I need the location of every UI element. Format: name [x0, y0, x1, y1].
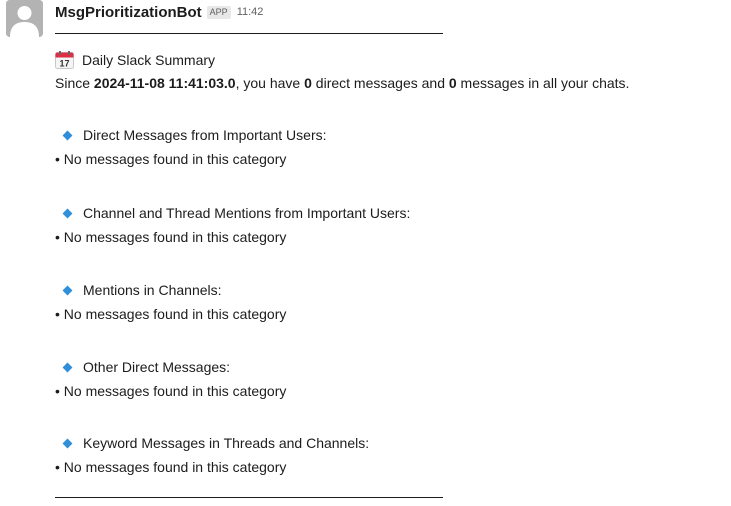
category-heading-text: Channel and Thread Mentions from Importa… [83, 205, 411, 221]
blue-diamond-icon [62, 130, 73, 140]
app-badge: APP [206, 5, 231, 19]
category-empty-keyword: • No messages found in this category [55, 459, 287, 475]
blue-diamond-icon [62, 362, 73, 372]
category-heading-other-dm: Other Direct Messages: [62, 359, 231, 375]
category-heading-text: Other Direct Messages: [83, 359, 231, 375]
blue-diamond-icon [62, 208, 73, 218]
category-heading-mentions-important: Channel and Thread Mentions from Importa… [62, 205, 411, 221]
dm-count: 0 [304, 75, 312, 91]
category-empty-mentions-important: • No messages found in this category [55, 229, 287, 245]
message-timestamp[interactable]: 11:42 [237, 6, 264, 18]
default-user-icon [6, 0, 43, 37]
bottom-divider [55, 497, 443, 498]
summary-title: Daily Slack Summary [82, 52, 216, 68]
blue-diamond-icon [62, 285, 73, 295]
category-empty-dm-important: • No messages found in this category [55, 151, 287, 167]
bot-message: MsgPrioritizationBot APP 11:42 17 Daily … [0, 0, 731, 506]
message-header: MsgPrioritizationBot APP 11:42 [55, 3, 263, 21]
category-heading-keyword: Keyword Messages in Threads and Channels… [62, 435, 370, 451]
summary-sentence: Since 2024-11-08 11:41:03.0, you have 0 … [55, 75, 629, 91]
category-empty-other-dm: • No messages found in this category [55, 383, 287, 399]
blue-diamond-icon [62, 438, 73, 448]
summary-text-3: messages in all your chats. [456, 75, 630, 91]
top-divider [55, 33, 443, 34]
calendar-icon: 17 [55, 51, 74, 69]
calendar-day-text: 17 [59, 59, 69, 69]
summary-text-1: , you have [235, 75, 305, 91]
bot-name[interactable]: MsgPrioritizationBot [55, 4, 202, 21]
category-heading-text: Direct Messages from Important Users: [83, 127, 327, 143]
since-prefix: Since [55, 75, 94, 91]
summary-title-row: 17 Daily Slack Summary [55, 51, 215, 69]
summary-text-2: direct messages and [311, 75, 449, 91]
category-heading-text: Mentions in Channels: [83, 282, 222, 298]
category-empty-channel-mentions: • No messages found in this category [55, 306, 287, 322]
category-heading-text: Keyword Messages in Threads and Channels… [83, 435, 370, 451]
category-heading-dm-important: Direct Messages from Important Users: [62, 127, 327, 143]
since-date: 2024-11-08 11:41:03.0 [93, 75, 236, 91]
category-heading-channel-mentions: Mentions in Channels: [62, 282, 222, 298]
msg-count: 0 [448, 75, 457, 91]
bot-avatar[interactable] [6, 0, 43, 37]
